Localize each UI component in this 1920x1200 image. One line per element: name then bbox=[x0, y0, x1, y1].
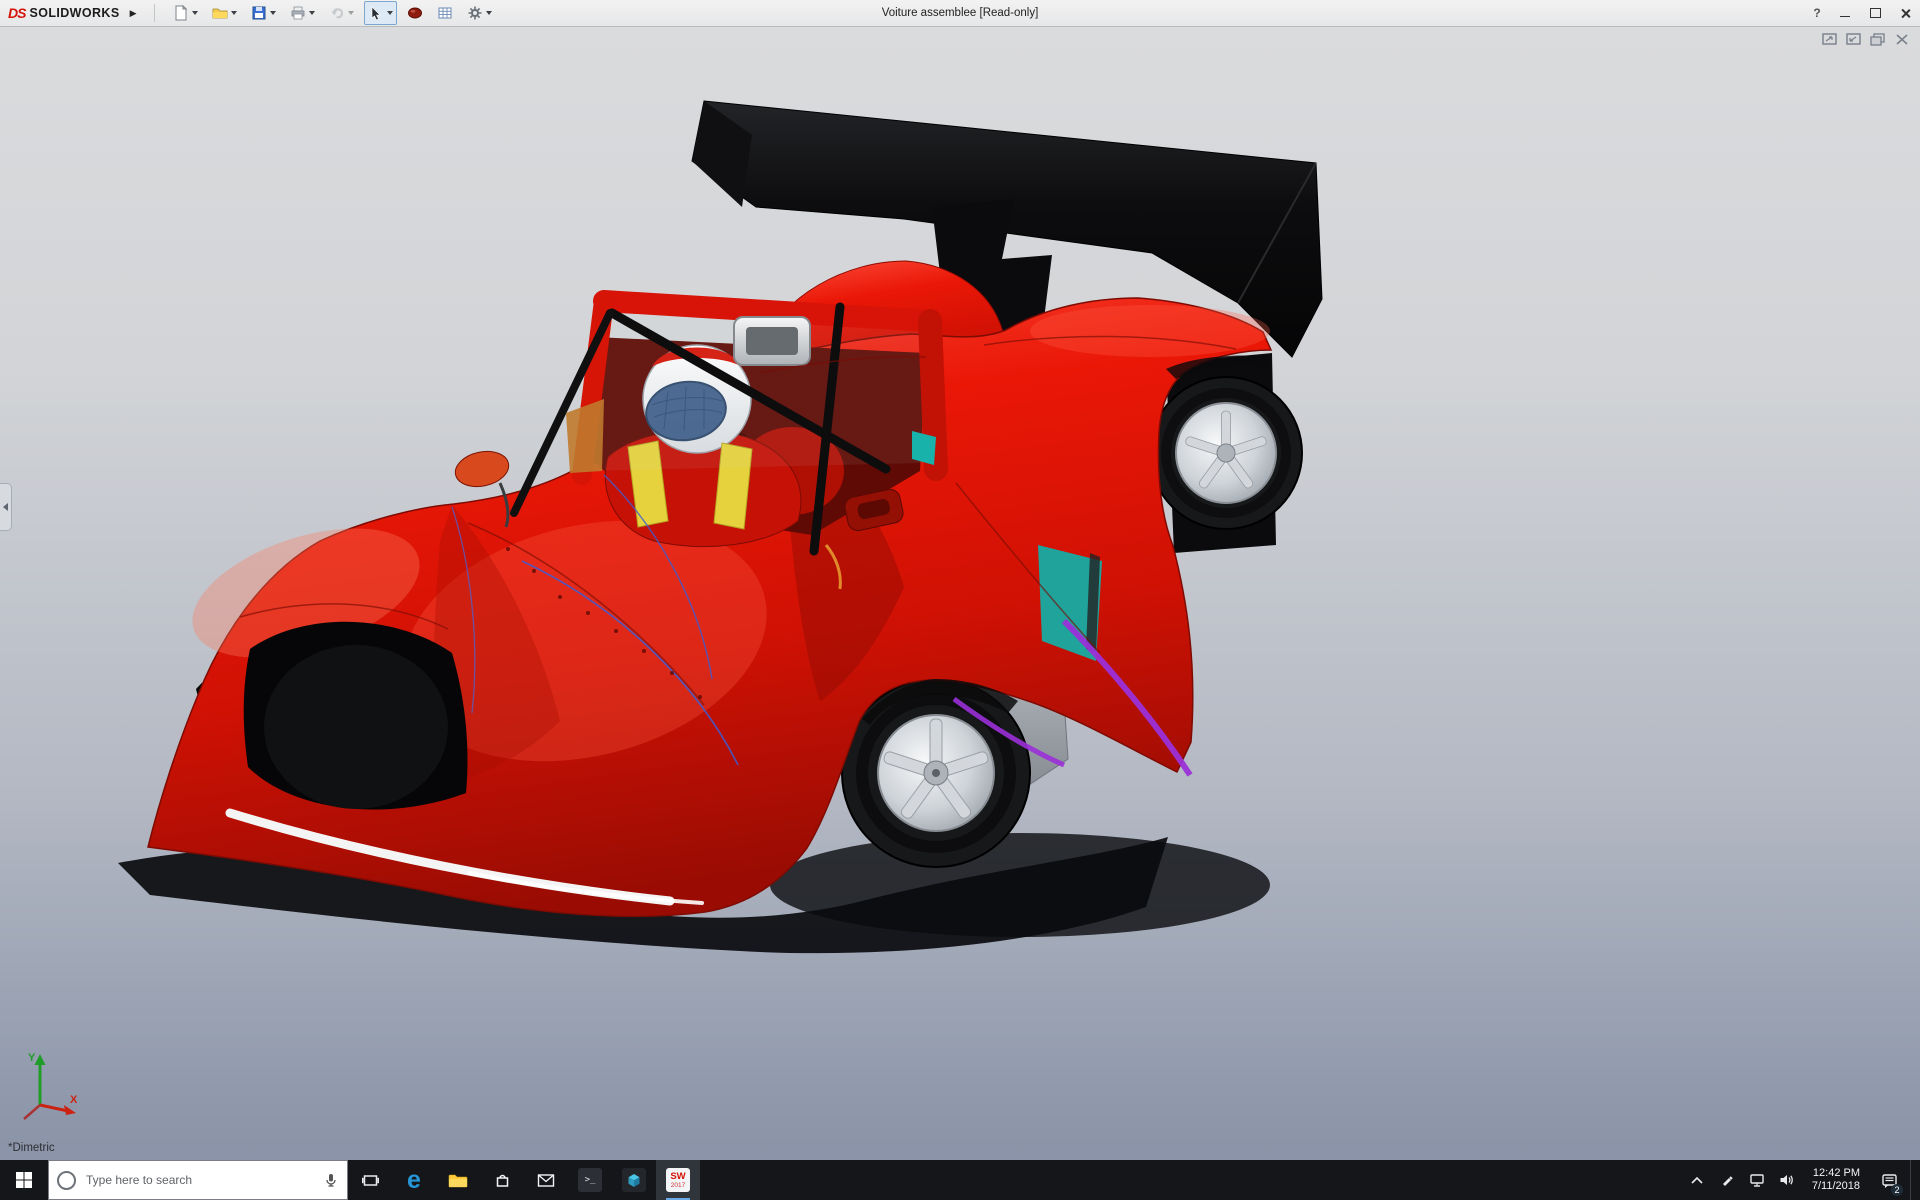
gear-icon bbox=[467, 5, 483, 21]
chevron-up-icon bbox=[1689, 1174, 1705, 1187]
new-document-button[interactable] bbox=[169, 1, 202, 25]
console-app-button[interactable]: >_ bbox=[568, 1160, 612, 1200]
close-icon bbox=[1900, 8, 1911, 19]
network-status-button[interactable] bbox=[1744, 1160, 1770, 1200]
solidworks-window: DS SOLIDWORKS ▶ bbox=[0, 0, 1920, 1200]
triad-x-label: X bbox=[70, 1094, 78, 1106]
undo-button[interactable] bbox=[325, 1, 358, 25]
windows-logo-icon bbox=[15, 1171, 33, 1189]
dock-window-icon[interactable] bbox=[1846, 33, 1862, 46]
titlebar: DS SOLIDWORKS ▶ bbox=[0, 0, 1920, 27]
start-button[interactable] bbox=[0, 1160, 48, 1200]
document-window-controls bbox=[1822, 33, 1910, 46]
maximize-button[interactable] bbox=[1860, 0, 1890, 26]
car-model[interactable] bbox=[0, 27, 1920, 1161]
dropdown-caret-icon[interactable] bbox=[348, 11, 354, 15]
dropdown-caret-icon[interactable] bbox=[309, 11, 315, 15]
taskbar-clock[interactable]: 12:42 PM 7/11/2018 bbox=[1804, 1167, 1868, 1194]
network-icon bbox=[1749, 1172, 1765, 1188]
dropdown-caret-icon[interactable] bbox=[270, 11, 276, 15]
save-button[interactable] bbox=[247, 1, 280, 25]
solidworks-app-icon: SW 2017 bbox=[666, 1168, 690, 1192]
reference-triad: Y X bbox=[8, 1047, 84, 1130]
toolbar-separator bbox=[154, 4, 155, 22]
save-icon bbox=[251, 5, 267, 21]
task-view-button[interactable] bbox=[348, 1160, 392, 1200]
taskbar: e >_ bbox=[0, 1160, 1920, 1200]
microphone-icon[interactable] bbox=[323, 1172, 339, 1188]
dropdown-caret-icon[interactable] bbox=[231, 11, 237, 15]
restore-document-icon[interactable] bbox=[1870, 33, 1886, 46]
maximize-icon bbox=[1870, 8, 1881, 18]
options-button[interactable] bbox=[463, 1, 496, 25]
taskbar-search[interactable] bbox=[48, 1160, 348, 1200]
undo-icon bbox=[329, 5, 345, 21]
edge-browser-button[interactable]: e bbox=[392, 1160, 436, 1200]
open-folder-icon bbox=[212, 5, 228, 21]
appearance-button[interactable] bbox=[403, 1, 427, 25]
select-tool-button[interactable] bbox=[364, 1, 397, 25]
task-view-icon bbox=[362, 1172, 379, 1189]
taskbar-spacer bbox=[700, 1160, 1684, 1200]
show-desktop-button[interactable] bbox=[1910, 1160, 1916, 1200]
cad-viewer-button[interactable] bbox=[612, 1160, 656, 1200]
action-center-button[interactable]: 2 bbox=[1872, 1160, 1906, 1200]
store-button[interactable] bbox=[480, 1160, 524, 1200]
view-orientation-label: *Dimetric bbox=[8, 1142, 55, 1154]
triad-y-label: Y bbox=[28, 1052, 36, 1064]
left-cockpit-window[interactable] bbox=[566, 399, 604, 473]
float-window-icon[interactable] bbox=[1822, 33, 1838, 46]
print-icon bbox=[290, 5, 306, 21]
dropdown-caret-icon[interactable] bbox=[486, 11, 492, 15]
print-button[interactable] bbox=[286, 1, 319, 25]
store-bag-icon bbox=[494, 1172, 511, 1189]
spreadsheet-button[interactable] bbox=[433, 1, 457, 25]
feature-panel-flyout-arrow[interactable] bbox=[0, 483, 12, 531]
system-tray: 12:42 PM 7/11/2018 2 bbox=[1684, 1160, 1920, 1200]
notification-badge: 2 bbox=[1891, 1184, 1903, 1196]
volume-button[interactable] bbox=[1774, 1160, 1800, 1200]
close-document-icon[interactable] bbox=[1894, 33, 1910, 46]
mail-icon bbox=[537, 1173, 555, 1188]
ink-workspace-button[interactable] bbox=[1714, 1160, 1740, 1200]
dash-window[interactable] bbox=[912, 431, 936, 465]
clock-date: 7/11/2018 bbox=[1812, 1180, 1860, 1194]
menu-expander-icon[interactable]: ▶ bbox=[130, 8, 137, 19]
solidworks-taskbar-button[interactable]: SW 2017 bbox=[656, 1160, 700, 1200]
help-button[interactable]: ? bbox=[1804, 6, 1830, 20]
edge-icon: e bbox=[407, 1168, 421, 1192]
new-document-icon bbox=[173, 5, 189, 21]
ds-logo: DS bbox=[8, 5, 25, 21]
graphics-area[interactable]: Y X *Dimetric bbox=[0, 27, 1920, 1160]
cube-app-icon bbox=[622, 1168, 646, 1192]
dropdown-caret-icon[interactable] bbox=[192, 11, 198, 15]
minimize-icon bbox=[1840, 16, 1850, 17]
file-explorer-button[interactable] bbox=[436, 1160, 480, 1200]
clock-time: 12:42 PM bbox=[1812, 1167, 1860, 1181]
table-icon bbox=[437, 5, 453, 21]
front-left-wheel-arch[interactable] bbox=[244, 622, 468, 810]
document-title: Voiture assemblee [Read-only] bbox=[882, 7, 1039, 19]
minimize-button[interactable] bbox=[1830, 0, 1860, 26]
appearance-sphere-icon bbox=[407, 5, 423, 21]
open-button[interactable] bbox=[208, 1, 241, 25]
file-explorer-icon bbox=[448, 1172, 468, 1189]
tray-overflow-button[interactable] bbox=[1684, 1160, 1710, 1200]
cortana-icon bbox=[57, 1171, 76, 1190]
speaker-icon bbox=[1778, 1172, 1795, 1188]
rear-view-mirror[interactable] bbox=[734, 317, 810, 365]
chevron-left-icon bbox=[3, 503, 8, 511]
solidworks-brand: SOLIDWORKS bbox=[29, 6, 119, 20]
mail-button[interactable] bbox=[524, 1160, 568, 1200]
close-button[interactable] bbox=[1890, 0, 1920, 26]
dropdown-caret-icon[interactable] bbox=[387, 11, 393, 15]
console-icon: >_ bbox=[578, 1168, 602, 1192]
search-input[interactable] bbox=[84, 1172, 315, 1188]
pen-icon bbox=[1719, 1172, 1735, 1188]
select-cursor-icon bbox=[368, 5, 384, 21]
